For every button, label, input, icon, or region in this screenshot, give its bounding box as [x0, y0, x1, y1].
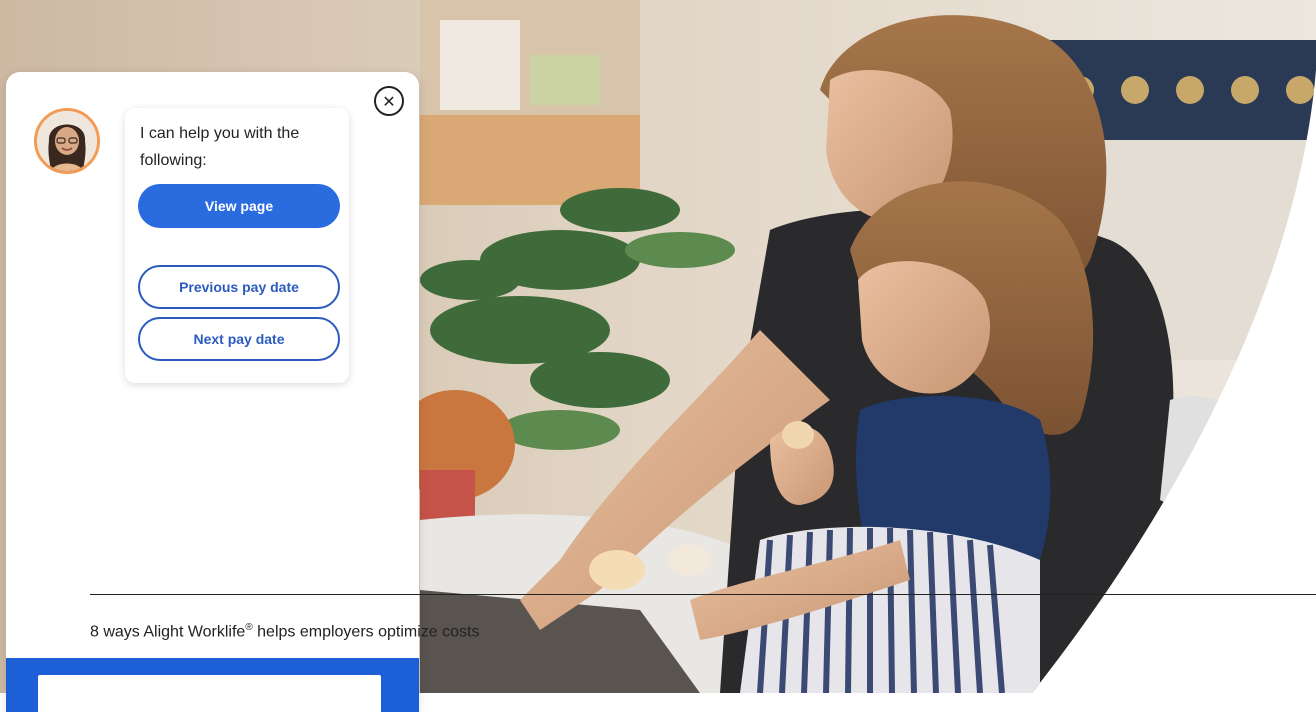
chat-panel: ✕ I can help you with the following: Vie…: [6, 72, 419, 712]
suggestions-card: I can help you with the following: View …: [125, 108, 349, 383]
previous-pay-date-button[interactable]: Previous pay date: [138, 265, 340, 309]
chat-composer-bar: [6, 658, 419, 712]
avatar-portrait: [37, 111, 97, 171]
caption-text-end: helps employers optimize costs: [252, 623, 480, 641]
registered-mark: ®: [245, 622, 253, 633]
caption-text-start: 8 ways Alight Worklife: [90, 623, 246, 641]
assistant-avatar: [34, 108, 100, 174]
view-page-button[interactable]: View page: [138, 184, 340, 228]
chat-message-input[interactable]: [38, 675, 381, 712]
caption-divider: [90, 594, 1316, 595]
article-caption[interactable]: 8 ways Alight Worklife® helps employers …: [90, 622, 479, 641]
next-pay-date-button[interactable]: Next pay date: [138, 317, 340, 361]
close-icon[interactable]: ✕: [374, 86, 404, 116]
assistant-message: I can help you with the following:: [140, 125, 300, 169]
